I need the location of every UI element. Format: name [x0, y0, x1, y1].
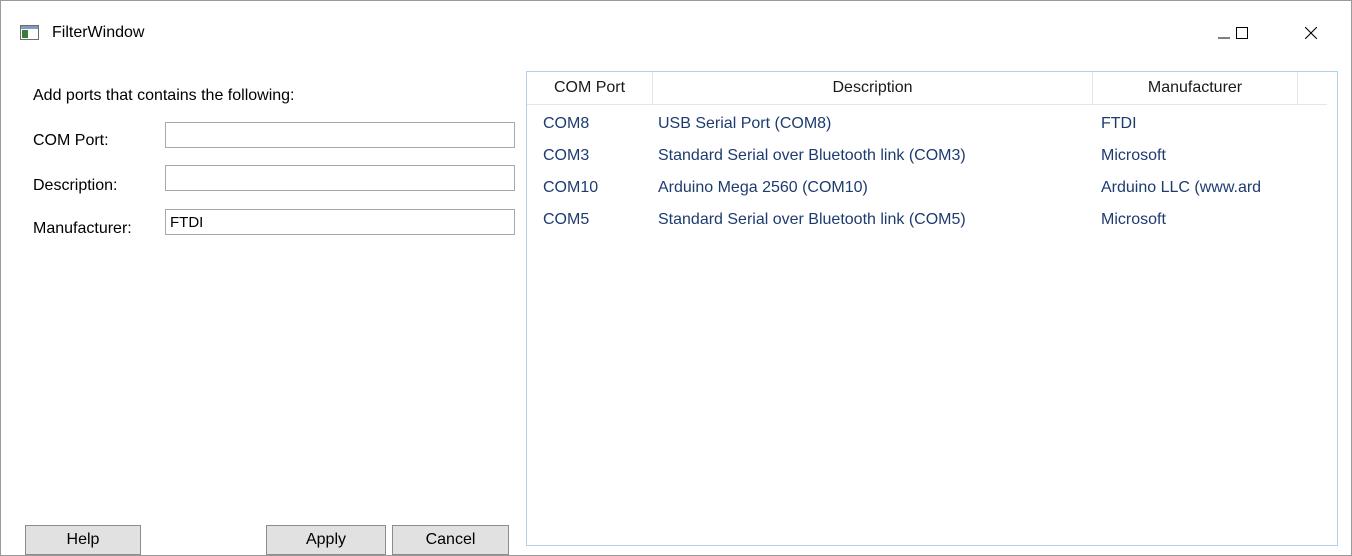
column-header-manufacturer[interactable]: Manufacturer: [1093, 72, 1298, 104]
cell-description: Arduino Mega 2560 (COM10): [658, 179, 868, 196]
cancel-button[interactable]: Cancel: [392, 525, 509, 555]
cell-manufacturer: Microsoft: [1101, 211, 1166, 228]
description-input[interactable]: [165, 165, 515, 191]
manufacturer-label: Manufacturer:: [33, 220, 132, 237]
close-button[interactable]: [1291, 15, 1331, 51]
help-button[interactable]: Help: [25, 525, 141, 555]
cell-manufacturer: Arduino LLC (www.ard: [1101, 179, 1262, 196]
window-title: FilterWindow: [52, 24, 145, 41]
cell-port: COM8: [543, 115, 590, 132]
filter-window: FilterWindow Add ports that contains the…: [0, 0, 1352, 556]
cell-manufacturer: FTDI: [1101, 115, 1137, 132]
description-label: Description:: [33, 177, 118, 194]
com-port-label: COM Port:: [33, 132, 109, 149]
manufacturer-input[interactable]: [165, 209, 515, 235]
maximize-button[interactable]: [1222, 15, 1262, 51]
close-icon: [1305, 27, 1317, 39]
com-port-input[interactable]: [165, 122, 515, 148]
column-header-com-port[interactable]: COM Port: [527, 72, 653, 104]
list-rows: COM8 USB Serial Port (COM8) FTDI COM3 St…: [527, 110, 1327, 238]
list-row-com5[interactable]: COM5 Standard Serial over Bluetooth link…: [527, 206, 1327, 238]
title-bar[interactable]: FilterWindow: [1, 1, 1351, 63]
column-header-filler: [1298, 72, 1327, 104]
cell-description: Standard Serial over Bluetooth link (COM…: [658, 147, 966, 164]
cell-manufacturer: Microsoft: [1101, 147, 1166, 164]
ports-list[interactable]: COM Port Description Manufacturer COM8 U…: [526, 71, 1338, 546]
cell-description: Standard Serial over Bluetooth link (COM…: [658, 211, 966, 228]
cell-description: USB Serial Port (COM8): [658, 115, 832, 132]
cell-port: COM5: [543, 211, 590, 228]
filter-heading: Add ports that contains the following:: [33, 87, 295, 104]
list-row-com3[interactable]: COM3 Standard Serial over Bluetooth link…: [527, 142, 1327, 174]
maximize-icon: [1236, 27, 1248, 39]
cell-port: COM10: [543, 179, 599, 196]
apply-button[interactable]: Apply: [266, 525, 386, 555]
cell-port: COM3: [543, 147, 590, 164]
list-header: COM Port Description Manufacturer: [527, 72, 1327, 105]
column-header-description[interactable]: Description: [653, 72, 1093, 104]
list-row-com8[interactable]: COM8 USB Serial Port (COM8) FTDI: [527, 110, 1327, 142]
app-window-icon: [20, 25, 39, 40]
list-row-com10[interactable]: COM10 Arduino Mega 2560 (COM10) Arduino …: [527, 174, 1327, 206]
